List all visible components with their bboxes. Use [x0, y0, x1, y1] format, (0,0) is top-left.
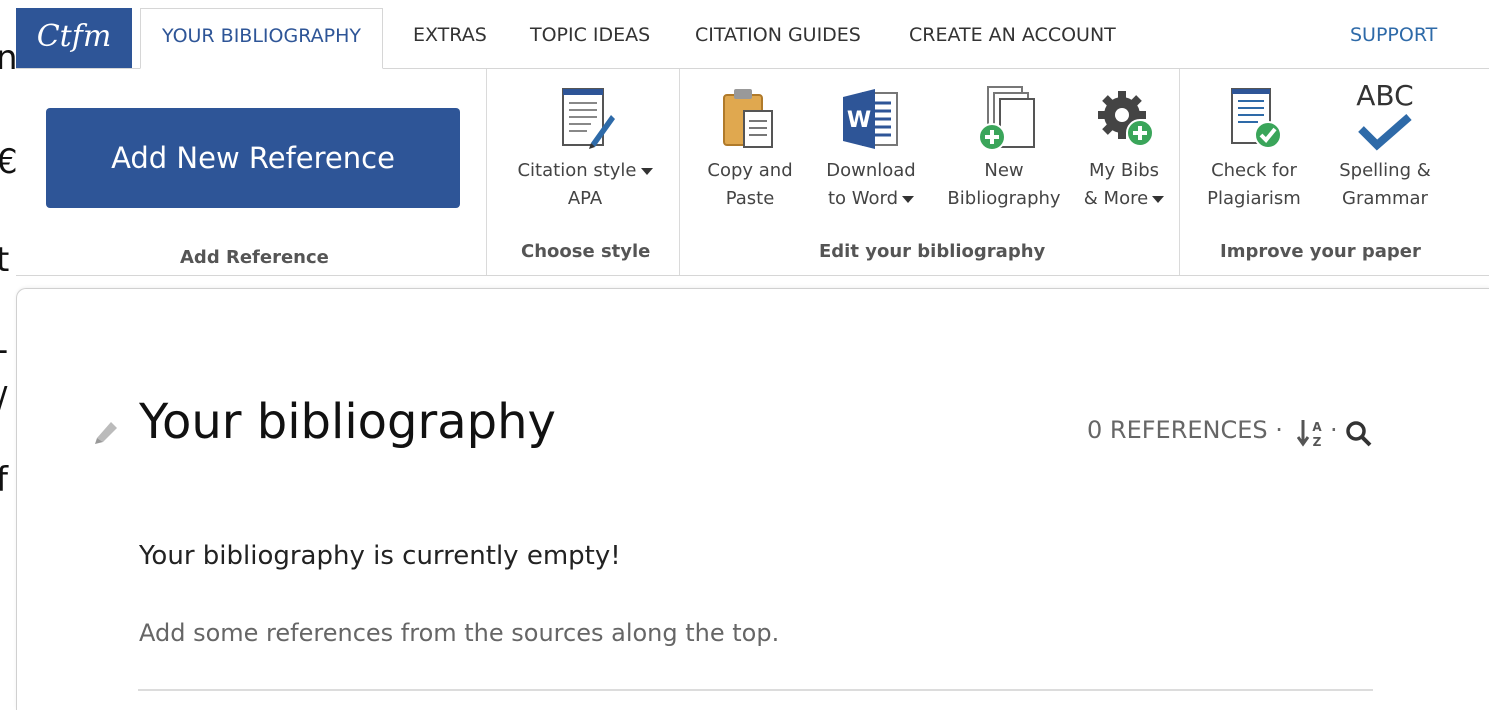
edge-glyph: f [0, 460, 8, 500]
citation-style-dropdown[interactable]: Citation style APA [508, 85, 662, 213]
plagiarism-check-icon [1231, 88, 1282, 149]
edge-glyph: n [0, 38, 18, 78]
download-label-1: Download [826, 160, 916, 181]
toolbar-ribbon: Add New Reference Add Reference Citation… [16, 69, 1489, 276]
reference-count: 0 REFERENCES · [1087, 416, 1283, 444]
checkmark-icon [1358, 113, 1412, 151]
divider [1179, 69, 1180, 275]
new-bibliography-button[interactable]: New Bibliography [944, 85, 1064, 213]
chevron-down-icon [1152, 195, 1165, 203]
citation-style-value: APA [567, 188, 603, 209]
edit-title-icon[interactable] [93, 416, 121, 444]
new-document-icon [978, 86, 1035, 151]
svg-text:W: W [847, 108, 871, 133]
clipboard-icon [723, 89, 773, 148]
plagiarism-label-1: Check for [1211, 160, 1297, 181]
plagiarism-label-2: Plagiarism [1207, 188, 1301, 209]
tab-extras[interactable]: EXTRAS [413, 8, 487, 68]
top-navigation: Ctfm YOUR BIBLIOGRAPHY EXTRAS TOPIC IDEA… [16, 8, 1489, 69]
divider [679, 69, 680, 275]
edge-glyph: - [0, 330, 8, 370]
edge-glyph: / [0, 380, 7, 420]
tab-citation-guides[interactable]: CITATION GUIDES [695, 8, 861, 68]
download-label-2: to Word [827, 188, 899, 209]
spelling-label-1: Spelling & [1339, 160, 1431, 181]
page-title: Your bibliography [139, 394, 556, 450]
spellcheck-icon: ABC [1330, 79, 1440, 153]
svg-text:Z: Z [1313, 435, 1322, 448]
download-to-word-dropdown[interactable]: W Download to Word [816, 85, 926, 213]
chevron-down-icon [902, 195, 915, 203]
my-bibs-label-2: & More [1083, 188, 1149, 209]
spellcheck-abc-text: ABC [1356, 79, 1414, 112]
check-plagiarism-button[interactable]: Check for Plagiarism [1202, 85, 1306, 213]
reference-count-text: 0 REFERENCES [1087, 416, 1268, 444]
edge-glyph: € [0, 142, 18, 182]
search-icon[interactable] [1345, 420, 1373, 448]
word-document-icon: W [843, 89, 898, 149]
sort-az-icon[interactable]: A Z [1297, 418, 1327, 448]
my-bibs-label-1: My Bibs [1088, 160, 1160, 181]
divider [486, 69, 487, 275]
copy-paste-label-2: Paste [725, 188, 775, 209]
group-label-improve-paper: Improve your paper [1220, 241, 1421, 262]
spelling-label-2: Grammar [1342, 188, 1428, 209]
tab-create-account[interactable]: CREATE AN ACCOUNT [909, 8, 1116, 68]
logo[interactable]: Ctfm [16, 8, 132, 68]
document-edit-icon [562, 88, 615, 149]
copy-and-paste-button[interactable]: Copy and Paste [702, 85, 798, 213]
tab-topic-ideas[interactable]: TOPIC IDEAS [530, 8, 650, 68]
spelling-grammar-button[interactable]: ABC Spelling & Grammar [1330, 79, 1440, 213]
my-bibs-dropdown[interactable]: My Bibs & More [1072, 85, 1176, 213]
empty-state-hint: Add some references from the sources alo… [139, 619, 780, 647]
gear-add-icon [1098, 91, 1154, 147]
support-link[interactable]: SUPPORT [1350, 8, 1437, 68]
chevron-down-icon [640, 167, 653, 175]
svg-text:A: A [1312, 420, 1322, 434]
left-edge-fragment: n € t - / f [0, 0, 18, 709]
empty-state-message: Your bibliography is currently empty! [139, 541, 621, 571]
group-label-choose-style: Choose style [521, 241, 651, 262]
edge-glyph: t [0, 240, 10, 280]
separator-dot: · [1330, 416, 1338, 444]
tab-your-bibliography[interactable]: YOUR BIBLIOGRAPHY [140, 8, 383, 69]
new-bib-label-1: New [984, 160, 1024, 181]
citation-style-label: Citation style [517, 160, 637, 181]
group-label-edit-bibliography: Edit your bibliography [819, 241, 1046, 262]
add-new-reference-button[interactable]: Add New Reference [46, 108, 460, 208]
group-label-add-reference: Add Reference [180, 247, 329, 268]
divider [138, 689, 1373, 691]
copy-paste-label-1: Copy and [707, 160, 793, 181]
new-bib-label-2: Bibliography [947, 188, 1061, 209]
separator-dot: · [1275, 416, 1283, 444]
